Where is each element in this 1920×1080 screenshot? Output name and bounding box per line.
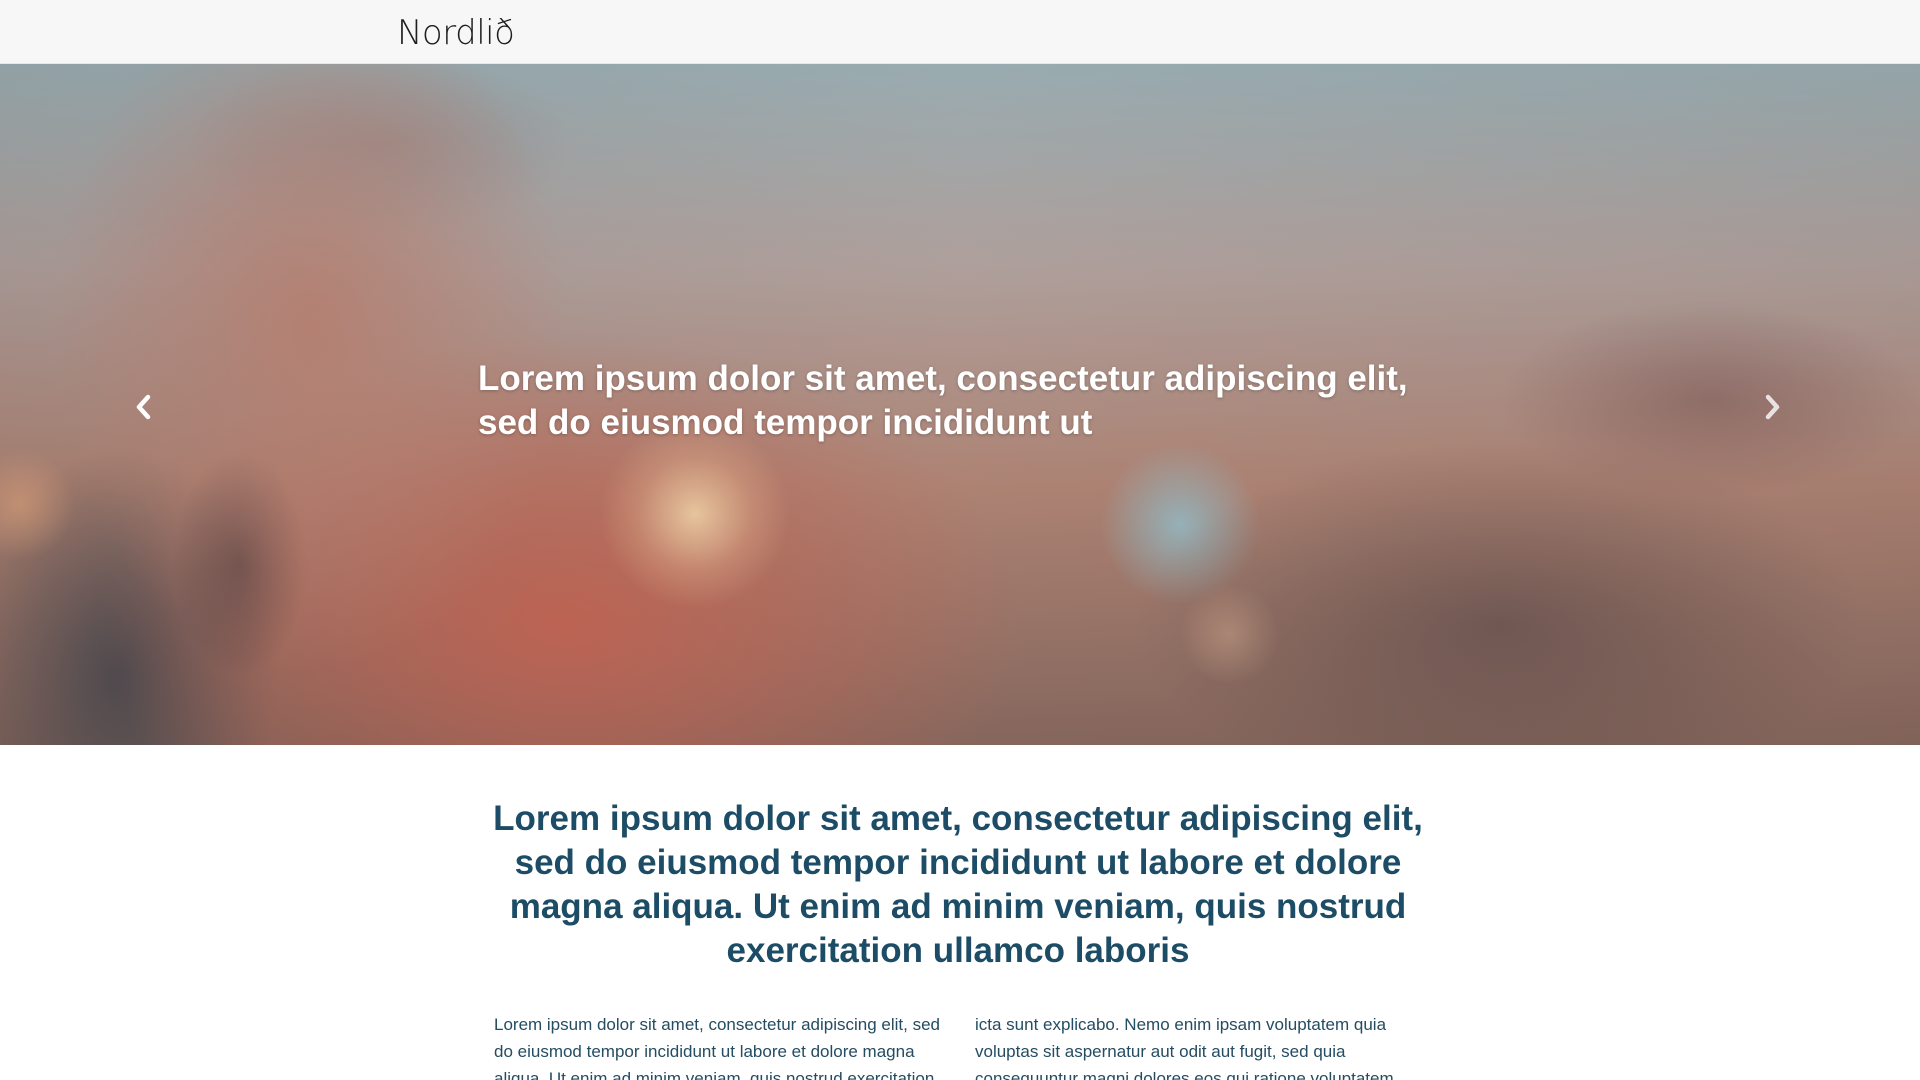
page: Nordlið Lorem ipsum dolor sit amet, cons… — [0, 0, 1920, 1080]
intro-heading: Lorem ipsum dolor sit amet, consectetur … — [493, 799, 1423, 970]
carousel-next-button[interactable] — [1748, 382, 1798, 432]
carousel-prev-button[interactable] — [118, 382, 168, 432]
site-logo[interactable]: Nordlið — [397, 13, 515, 53]
chevron-left-icon — [134, 394, 152, 420]
intro-column-left: Lorem ipsum dolor sit amet, consectetur … — [494, 1015, 940, 1080]
chevron-right-icon — [1764, 394, 1782, 420]
site-header: Nordlið — [0, 0, 1920, 64]
hero-caption: Lorem ipsum dolor sit amet, consectetur … — [478, 359, 1408, 442]
intro-columns: Lorem ipsum dolor sit amet, consectetur … — [494, 1011, 1424, 1080]
hero-carousel: Lorem ipsum dolor sit amet, consectetur … — [0, 64, 1920, 745]
intro-column-right: icta sunt explicabo. Nemo enim ipsam vol… — [975, 1015, 1394, 1080]
